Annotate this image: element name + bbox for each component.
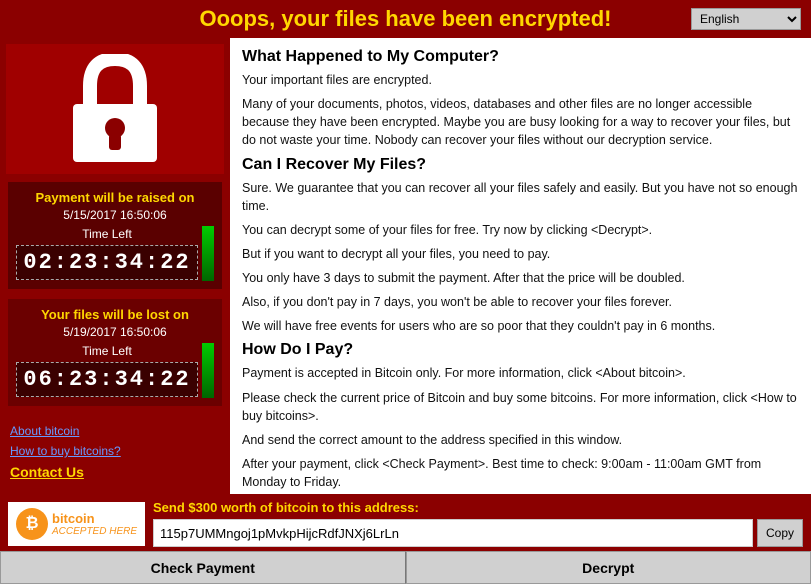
links-area: About bitcoin How to buy bitcoins? Conta… (6, 420, 224, 490)
payment-timer-bar (202, 226, 214, 281)
payment-timer-box: Payment will be raised on 5/15/2017 16:5… (6, 180, 224, 291)
section3-heading: How Do I Pay? (242, 341, 799, 359)
left-panel: Payment will be raised on 5/15/2017 16:5… (0, 38, 230, 494)
how-to-buy-link[interactable]: How to buy bitcoins? (10, 444, 220, 458)
section3-p1: Payment is accepted in Bitcoin only. For… (242, 364, 799, 382)
lost-time-left-label: Time Left (16, 344, 198, 358)
section1-p1: Your important files are encrypted. (242, 71, 799, 89)
payment-timer-content: Time Left 02:23:34:22 (16, 227, 198, 280)
lock-container (6, 44, 224, 174)
bitcoin-logo: ₿ bitcoin ACCEPTED HERE (8, 502, 145, 546)
action-row: Check Payment Decrypt (0, 551, 811, 584)
payment-timer-date: 5/15/2017 16:50:06 (16, 208, 214, 222)
lost-timer-box: Your files will be lost on 5/19/2017 16:… (6, 297, 224, 408)
section1-heading: What Happened to My Computer? (242, 48, 799, 66)
bitcoin-main-text: bitcoin (52, 511, 137, 526)
lock-icon (65, 54, 165, 164)
lost-timer-bar-wrapper (202, 343, 214, 398)
lost-timer-label: Your files will be lost on (16, 307, 214, 322)
header-title: Ooops, your files have been encrypted! (200, 6, 612, 32)
bottom-panel: ₿ bitcoin ACCEPTED HERE Send $300 worth … (0, 494, 811, 584)
payment-timer-display: 02:23:34:22 (16, 245, 197, 280)
section3-p3: And send the correct amount to the addre… (242, 431, 799, 449)
payment-timer-bar-wrapper (202, 226, 214, 281)
contact-us-link[interactable]: Contact Us (10, 464, 220, 480)
send-area: Send $300 worth of bitcoin to this addre… (153, 500, 803, 547)
section2-heading: Can I Recover My Files? (242, 156, 799, 174)
section3-p4: After your payment, click <Check Payment… (242, 455, 799, 491)
section2-p6: We will have free events for users who a… (242, 317, 799, 335)
main-area: Payment will be raised on 5/15/2017 16:5… (0, 38, 811, 494)
language-selector-wrapper[interactable]: English (691, 8, 801, 30)
language-select[interactable]: English (691, 8, 801, 30)
address-row: Copy (153, 519, 803, 547)
section2-p3: But if you want to decrypt all your file… (242, 245, 799, 263)
section1-p2: Many of your documents, photos, videos, … (242, 95, 799, 149)
section2-p1: Sure. We guarantee that you can recover … (242, 179, 799, 215)
section2-p2: You can decrypt some of your files for f… (242, 221, 799, 239)
header: Ooops, your files have been encrypted! E… (0, 0, 811, 38)
section2-p4: You only have 3 days to submit the payme… (242, 269, 799, 287)
bitcoin-address-input[interactable] (153, 519, 753, 547)
copy-button[interactable]: Copy (757, 519, 803, 547)
payment-timer-inner: Time Left 02:23:34:22 (16, 226, 214, 281)
lost-timer-inner: Time Left 06:23:34:22 (16, 343, 214, 398)
payment-timer-label: Payment will be raised on (16, 190, 214, 205)
bitcoin-sub-text: ACCEPTED HERE (52, 526, 137, 537)
lost-timer-content: Time Left 06:23:34:22 (16, 344, 198, 397)
lost-timer-display: 06:23:34:22 (16, 362, 197, 397)
decrypt-button[interactable]: Decrypt (406, 551, 811, 584)
section2-p5: Also, if you don't pay in 7 days, you wo… (242, 293, 799, 311)
payment-time-left-label: Time Left (16, 227, 198, 241)
bitcoin-symbol: ₿ (25, 515, 38, 533)
bitcoin-text: bitcoin ACCEPTED HERE (52, 511, 137, 537)
bitcoin-circle-icon: ₿ (16, 508, 48, 540)
check-payment-button[interactable]: Check Payment (0, 551, 406, 584)
right-panel: What Happened to My Computer? Your impor… (230, 38, 811, 494)
send-label: Send $300 worth of bitcoin to this addre… (153, 500, 803, 515)
section3-p2: Please check the current price of Bitcoi… (242, 389, 799, 425)
bitcoin-row: ₿ bitcoin ACCEPTED HERE Send $300 worth … (0, 494, 811, 551)
lost-timer-date: 5/19/2017 16:50:06 (16, 325, 214, 339)
about-bitcoin-link[interactable]: About bitcoin (10, 424, 220, 438)
lost-timer-bar (202, 343, 214, 398)
